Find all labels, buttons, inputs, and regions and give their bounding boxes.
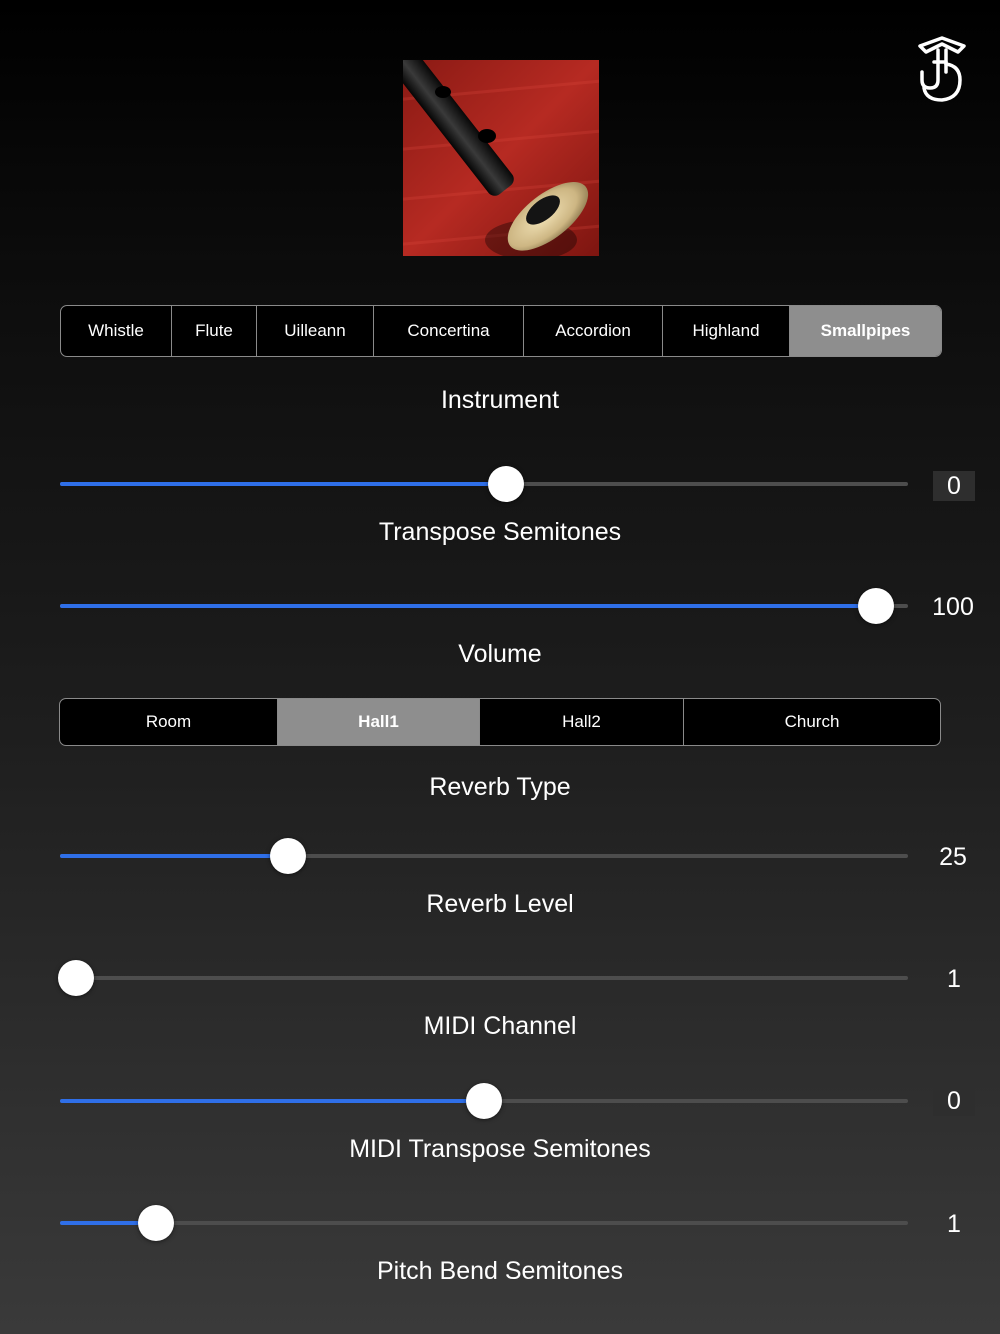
slider-track <box>60 976 908 980</box>
segment-highland[interactable]: Highland <box>663 306 790 356</box>
slider-track <box>60 1221 908 1225</box>
app-logo-icon[interactable] <box>912 32 972 106</box>
slider-thumb[interactable] <box>857 588 894 624</box>
segment-hall2[interactable]: Hall2 <box>480 699 684 745</box>
slider-thumb[interactable] <box>488 466 525 502</box>
midi-channel-label: MIDI Channel <box>423 1012 577 1040</box>
midi-channel-slider[interactable] <box>58 958 908 998</box>
segment-smallpipes[interactable]: Smallpipes <box>790 306 941 356</box>
volume-label: Volume <box>458 640 542 668</box>
segment-uilleann[interactable]: Uilleann <box>257 306 374 356</box>
segment-accordion[interactable]: Accordion <box>524 306 663 356</box>
instrument-segmented-control: Whistle Flute Uilleann Concertina Accord… <box>60 305 942 357</box>
slider-fill <box>60 482 507 486</box>
transpose-label: Transpose Semitones <box>378 518 622 546</box>
pitch-bend-value: 1 <box>947 1210 961 1238</box>
transpose-value: 0 <box>933 471 975 501</box>
volume-value: 100 <box>932 593 974 621</box>
reverb-level-value: 25 <box>939 843 967 871</box>
slider-thumb[interactable] <box>137 1205 174 1241</box>
slider-thumb[interactable] <box>466 1083 502 1119</box>
segment-hall1[interactable]: Hall1 <box>278 699 480 745</box>
reverb-level-slider[interactable] <box>60 836 908 876</box>
instrument-label: Instrument <box>440 386 560 414</box>
segment-whistle[interactable]: Whistle <box>61 306 172 356</box>
slider-fill <box>60 1099 484 1103</box>
midi-transpose-slider[interactable] <box>60 1081 908 1121</box>
pitch-bend-label: Pitch Bend Semitones <box>377 1257 623 1285</box>
slider-thumb[interactable] <box>58 960 94 996</box>
segment-room[interactable]: Room <box>60 699 278 745</box>
slider-fill <box>60 604 876 608</box>
slider-fill <box>60 854 289 858</box>
slider-thumb[interactable] <box>270 838 307 874</box>
pitch-bend-slider[interactable] <box>60 1203 908 1243</box>
reverb-type-label: Reverb Type <box>429 773 571 801</box>
midi-transpose-label: MIDI Transpose Semitones <box>349 1135 651 1163</box>
midi-transpose-value: 0 <box>933 1086 975 1116</box>
segment-concertina[interactable]: Concertina <box>374 306 524 356</box>
segment-flute[interactable]: Flute <box>172 306 257 356</box>
reverb-level-label: Reverb Level <box>426 890 574 918</box>
segment-church[interactable]: Church <box>684 699 940 745</box>
instrument-image <box>403 60 599 256</box>
volume-slider[interactable] <box>60 586 908 626</box>
midi-channel-value: 1 <box>947 965 961 993</box>
transpose-slider[interactable] <box>60 464 908 504</box>
reverb-type-segmented-control: Room Hall1 Hall2 Church <box>59 698 941 746</box>
